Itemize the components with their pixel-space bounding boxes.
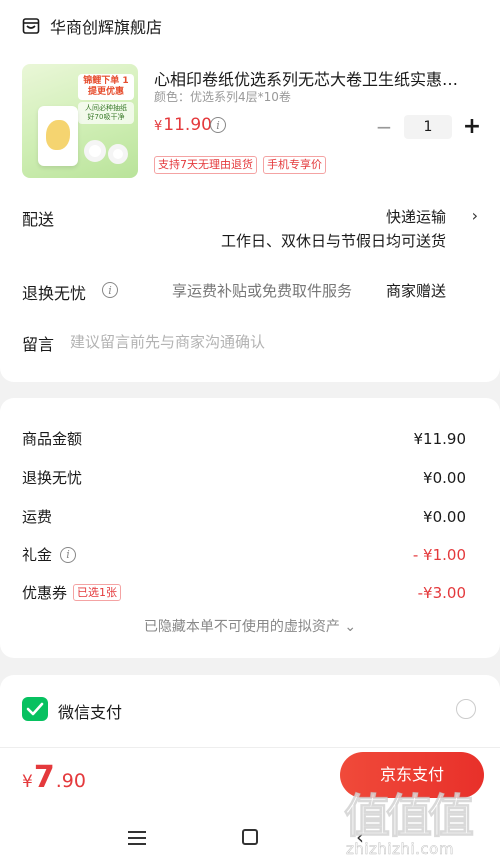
quantity-stepper: − 1 + xyxy=(372,114,484,139)
product-variant[interactable]: 颜色：优选系列4层*10卷 xyxy=(154,88,291,105)
coupon-selected-badge: 已选1张 xyxy=(73,584,122,601)
returns-description: 享运费补贴或免费取件服务 xyxy=(172,282,353,300)
shipping-schedule: 工作日、双休日与节假日均可送货 xyxy=(220,232,446,250)
shipping-method[interactable]: 快递运输 xyxy=(386,206,446,227)
amounts-card: 商品金额 ¥11.90 退换无忧 ¥0.00 运费 ¥0.00 礼金 i - ¥… xyxy=(0,398,500,658)
hidden-assets-toggle[interactable]: 已隐藏本单不可使用的虚拟资产 ⌄ xyxy=(0,616,500,636)
watermark-logo: 值值值 xyxy=(344,789,475,844)
message-input[interactable]: 建议留言前先与商家沟通确认 xyxy=(70,331,265,352)
gift-label: 礼金 xyxy=(22,546,53,564)
price-currency: ¥ xyxy=(154,119,163,134)
tag-return-policy: 支持7天无理由退货 xyxy=(154,156,257,174)
total-decimal: .90 xyxy=(55,770,86,792)
product-roll xyxy=(84,140,106,162)
menu-icon[interactable] xyxy=(128,827,146,849)
goods-amount-row: 商品金额 ¥11.90 xyxy=(22,428,466,449)
coupon-value: -¥3.00 xyxy=(417,583,466,602)
tag-mobile-price: 手机专享价 xyxy=(263,156,326,174)
freight-label: 运费 xyxy=(22,508,53,526)
freight-value: ¥0.00 xyxy=(423,507,466,526)
gift-label-group: 礼金 i xyxy=(22,544,77,565)
store-header[interactable]: 华商创辉旗舰店 xyxy=(22,14,162,38)
product-roll xyxy=(108,144,128,164)
gift-row[interactable]: 礼金 i - ¥1.00 xyxy=(22,544,466,565)
quantity-plus-button[interactable]: + xyxy=(460,114,484,139)
product-package xyxy=(38,106,78,166)
chevron-right-icon[interactable]: › xyxy=(472,206,478,225)
returns-amount-label: 退换无忧 xyxy=(22,469,83,487)
price-info-icon[interactable]: i xyxy=(210,117,226,133)
price-value: 11.90 xyxy=(163,115,212,135)
store-name: 华商创辉旗舰店 xyxy=(50,18,163,37)
goods-amount-label: 商品金额 xyxy=(22,430,83,448)
home-icon[interactable] xyxy=(242,829,258,845)
product-title[interactable]: 心相印卷纸优选系列无芯大卷卫生纸实惠… xyxy=(154,66,474,90)
total-currency: ¥ xyxy=(22,772,33,792)
coupon-label: 优惠券 xyxy=(22,584,68,602)
returns-value: 商家赠送 xyxy=(385,282,446,300)
watermark-url: zhizhizhi.com xyxy=(346,840,454,859)
total-integer: 7 xyxy=(33,760,55,795)
product-price: ¥ 11.90 xyxy=(154,115,212,135)
product-tags: 支持7天无理由退货 手机专享价 xyxy=(154,156,326,174)
returns-amount-row: 退换无忧 ¥0.00 xyxy=(22,467,466,488)
coupon-row[interactable]: 优惠券 已选1张 -¥3.00 xyxy=(22,582,466,603)
shipping-label: 配送 xyxy=(22,210,55,229)
returns-amount-value: ¥0.00 xyxy=(423,468,466,487)
message-label: 留言 xyxy=(22,335,55,354)
product-image[interactable]: 锦鲤下单 1提更优惠 人间必种抽纸 好70吸干净 xyxy=(22,64,138,178)
returns-info-icon[interactable]: i xyxy=(102,282,118,298)
total-price: ¥ 7 .90 xyxy=(22,760,86,795)
wechat-pay-icon xyxy=(22,697,48,721)
gift-value: - ¥1.00 xyxy=(412,545,466,564)
goods-amount-value: ¥11.90 xyxy=(413,429,467,448)
watermark: 值值值 zhizhizhi.com xyxy=(340,780,490,865)
payment-card: 微信支付 xyxy=(0,675,500,747)
freight-row: 运费 ¥0.00 xyxy=(22,506,466,527)
product-image-note: 人间必种抽纸 好70吸干净 xyxy=(78,102,134,124)
returns-label: 退换无忧 xyxy=(22,284,87,303)
wechat-pay-radio[interactable] xyxy=(456,699,476,719)
coupon-label-group: 优惠券 已选1张 xyxy=(22,582,122,603)
product-image-badge: 锦鲤下单 1提更优惠 xyxy=(78,74,134,100)
order-card: 华商创辉旗舰店 锦鲤下单 1提更优惠 人间必种抽纸 好70吸干净 心相印卷纸优选… xyxy=(0,0,500,382)
wechat-pay-label[interactable]: 微信支付 xyxy=(58,699,122,723)
quantity-minus-button[interactable]: − xyxy=(372,115,396,139)
store-icon xyxy=(22,18,40,34)
gift-info-icon[interactable]: i xyxy=(60,546,77,563)
quantity-input[interactable]: 1 xyxy=(404,114,452,139)
